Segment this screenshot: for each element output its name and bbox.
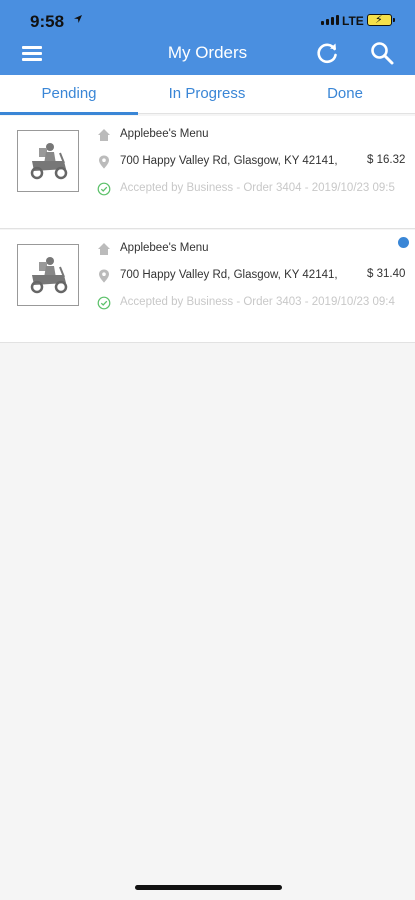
status-time: 9:58 — [30, 12, 65, 31]
tab-in-progress[interactable]: In Progress — [138, 75, 276, 114]
business-name: Applebee's Menu — [120, 242, 209, 254]
order-list-item[interactable]: Applebee's Menu 700 Happy Valley Rd, Gla… — [0, 116, 415, 229]
check-circle-icon — [97, 182, 111, 196]
order-price: $ 31.40 — [367, 268, 406, 280]
order-tabs: Pending In Progress Done — [0, 75, 415, 115]
home-icon — [98, 129, 110, 141]
tab-done[interactable]: Done — [276, 75, 414, 114]
app-header: 9:58 LTE ⚡ My Orders — [0, 0, 415, 75]
refresh-icon[interactable] — [314, 40, 340, 66]
active-tab-indicator — [0, 112, 138, 115]
tab-label: Done — [327, 85, 363, 102]
order-status: Accepted by Business - Order 3404 - 2019… — [120, 182, 395, 194]
network-label: LTE — [342, 14, 364, 28]
battery-icon: ⚡ — [367, 14, 395, 26]
unread-indicator — [398, 237, 409, 248]
tab-label: Pending — [41, 85, 97, 102]
signal-icon — [321, 15, 339, 25]
delivery-scooter-icon — [17, 130, 79, 192]
search-icon[interactable] — [369, 40, 395, 66]
tab-label: In Progress — [168, 85, 246, 102]
tab-pending[interactable]: Pending — [0, 75, 138, 115]
location-pin-icon — [99, 155, 109, 169]
business-address: 700 Happy Valley Rd, Glasgow, KY 42141, — [120, 269, 338, 281]
home-indicator[interactable] — [135, 885, 282, 890]
delivery-scooter-icon — [17, 244, 79, 306]
business-address: 700 Happy Valley Rd, Glasgow, KY 42141, — [120, 155, 338, 167]
order-price: $ 16.32 — [367, 154, 406, 166]
home-icon — [98, 243, 110, 255]
location-pin-icon — [99, 269, 109, 283]
business-name: Applebee's Menu — [120, 128, 209, 140]
order-status: Accepted by Business - Order 3403 - 2019… — [120, 296, 395, 308]
location-arrow-icon — [74, 15, 82, 23]
check-circle-icon — [97, 296, 111, 310]
page-title: My Orders — [167, 43, 248, 62]
order-list-item[interactable]: Applebee's Menu 700 Happy Valley Rd, Gla… — [0, 230, 415, 343]
